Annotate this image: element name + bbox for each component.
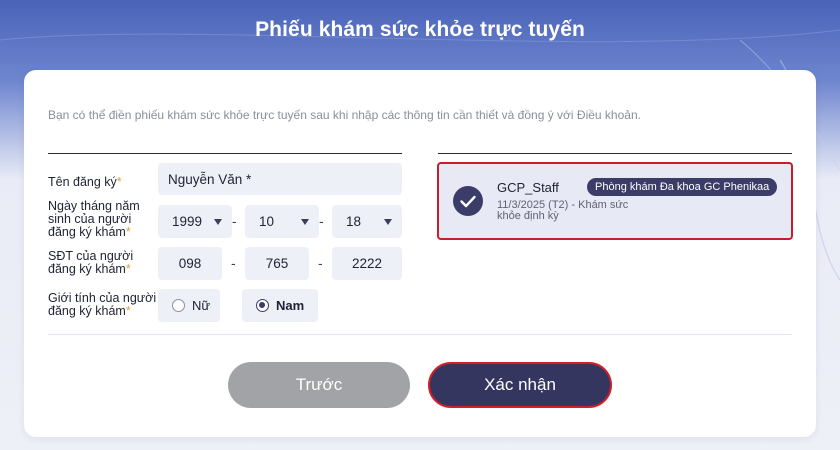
schedule-card[interactable]: GCP_Staff Phòng khám Đa khoa GC Phenikaa… [437,162,793,240]
section-divider [48,334,792,335]
phone-separator: - [231,255,236,271]
dob-separator: - [232,213,237,229]
schedule-info: 11/3/2025 (T2) - Khám sức khỏe định kỳ [497,199,629,222]
dob-month-select[interactable]: 10 [245,205,319,238]
confirm-button[interactable]: Xác nhận [428,362,612,408]
phone-part-3-input[interactable]: 2222 [332,247,402,280]
chevron-down-icon [384,218,392,225]
divider-left [48,153,402,154]
gender-female-radio[interactable]: Nữ [158,289,220,322]
check-circle-icon [453,186,483,216]
phone-label: SĐT của người đăng ký khám* [48,249,134,276]
radio-unchecked-icon [172,299,185,312]
name-label: Tên đăng ký* [48,175,122,189]
radio-checked-icon [256,299,269,312]
phone-part-1-input[interactable]: 098 [158,247,222,280]
gender-male-radio[interactable]: Nam [242,289,318,322]
dob-label: Ngày tháng năm sinh của người đăng ký kh… [48,199,140,239]
schedule-user: GCP_Staff [497,180,559,195]
divider-right [438,153,792,154]
name-field[interactable]: Nguyễn Văn * [158,163,402,195]
form-card: Bạn có thể điền phiếu khám sức khỏe trực… [24,70,816,437]
phone-separator: - [318,255,323,271]
dob-day-select[interactable]: 18 [332,205,402,238]
chevron-down-icon [301,218,309,225]
chevron-down-icon [214,218,222,225]
gender-male-label: Nam [276,298,305,313]
back-button[interactable]: Trước [228,362,410,408]
phone-part-2-input[interactable]: 765 [245,247,309,280]
gender-female-label: Nữ [192,298,211,313]
dob-year-select[interactable]: 1999 [158,205,232,238]
clinic-badge: Phòng khám Đa khoa GC Phenikaa [587,178,778,196]
page-title: Phiếu khám sức khỏe trực tuyến [255,18,585,41]
dob-separator: - [319,213,324,229]
gender-label: Giới tính của người đăng ký khám* [48,291,157,318]
intro-text: Bạn có thể điền phiếu khám sức khỏe trực… [48,108,641,122]
